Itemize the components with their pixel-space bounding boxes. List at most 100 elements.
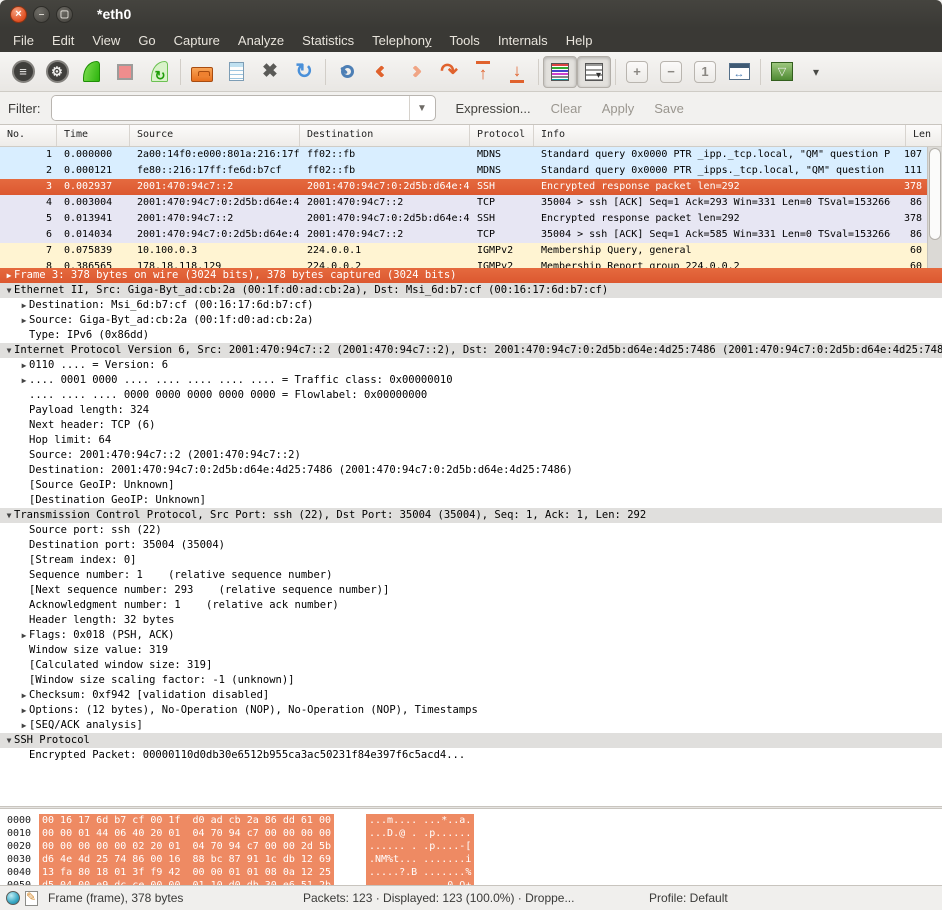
expander-collapsed-icon[interactable]: ▶ [19,358,29,373]
menu-telephony[interactable]: Telephony [363,31,440,50]
capture-comment-icon[interactable] [25,891,38,906]
capture-filters-button[interactable]: ▽ [765,56,799,88]
detail-row[interactable]: ▶Source: Giga-Byt_ad:cb:2a (00:1f:d0:ad:… [0,313,942,328]
detail-row[interactable]: ▶Options: (12 bytes), No-Operation (NOP)… [0,703,942,718]
detail-row[interactable]: Hop limit: 64 [0,433,942,448]
expander-expanded-icon[interactable]: ▼ [4,733,14,748]
menu-edit[interactable]: Edit [43,31,83,50]
find-packet-button[interactable] [330,56,364,88]
packet-row[interactable]: 40.0030042001:470:94c7:0:2d5b:d64e:4d25:… [0,195,927,211]
expander-collapsed-icon[interactable]: ▶ [19,373,29,388]
column-header-no[interactable]: No. [0,125,57,146]
menu-view[interactable]: View [83,31,129,50]
packet-list-scrollbar[interactable] [927,147,942,268]
hex-row[interactable]: 001000 00 01 44 06 40 20 01 04 70 94 c7 … [0,827,942,840]
menu-tools[interactable]: Tools [440,31,488,50]
detail-row[interactable]: [Window size scaling factor: -1 (unknown… [0,673,942,688]
detail-row[interactable]: ▶Frame 3: 378 bytes on wire (3024 bits),… [0,268,942,283]
detail-row[interactable]: Destination: 2001:470:94c7:0:2d5b:d64e:4… [0,463,942,478]
detail-row[interactable]: Source: 2001:470:94c7::2 (2001:470:94c7:… [0,448,942,463]
menu-statistics[interactable]: Statistics [293,31,363,50]
expander-collapsed-icon[interactable]: ▶ [19,688,29,703]
expander-collapsed-icon[interactable]: ▶ [19,703,29,718]
expander-collapsed-icon[interactable]: ▶ [4,268,14,283]
reload-button[interactable]: ↻ [287,56,321,88]
detail-row[interactable]: [Next sequence number: 293 (relative seq… [0,583,942,598]
packet-row[interactable]: 20.000121fe80::216:17ff:fe6d:b7cfff02::f… [0,163,927,179]
detail-row[interactable]: Next header: TCP (6) [0,418,942,433]
close-file-button[interactable]: ✖ [253,56,287,88]
packet-row[interactable]: 50.0139412001:470:94c7::22001:470:94c7:0… [0,211,927,227]
packet-row[interactable]: 30.0029372001:470:94c7::22001:470:94c7:0… [0,179,927,195]
column-header-source[interactable]: Source [130,125,300,146]
scrollbar-thumb[interactable] [929,148,941,240]
expander-collapsed-icon[interactable]: ▶ [19,628,29,643]
hex-row[interactable]: 0030d6 4e 4d 25 74 86 00 16 88 bc 87 91 … [0,853,942,866]
detail-row[interactable]: Header length: 32 bytes [0,613,942,628]
filter-dropdown-icon[interactable]: ▼ [409,96,435,120]
detail-row[interactable]: [Calculated window size: 319] [0,658,942,673]
restart-capture-button[interactable] [142,56,176,88]
column-header-destination[interactable]: Destination [300,125,470,146]
detail-row[interactable]: ▶[SEQ/ACK analysis] [0,718,942,733]
go-last-button[interactable]: ↓ [500,56,534,88]
save-button[interactable]: Save [654,101,684,116]
hex-row[interactable]: 002000 00 00 00 00 02 20 01 04 70 94 c7 … [0,840,942,853]
expander-expanded-icon[interactable]: ▼ [4,343,14,358]
detail-row[interactable]: [Destination GeoIP: Unknown] [0,493,942,508]
stop-capture-button[interactable] [108,56,142,88]
zoom-100-button[interactable]: 1 [688,56,722,88]
go-first-button[interactable]: ↑ [466,56,500,88]
detail-row[interactable]: ▼Ethernet II, Src: Giga-Byt_ad:cb:2a (00… [0,283,942,298]
detail-row[interactable]: Window size value: 319 [0,643,942,658]
expert-info-icon[interactable] [6,891,20,905]
go-to-packet-button[interactable]: ↷ [432,56,466,88]
status-profile[interactable]: Profile: Default [649,891,728,905]
maximize-window-icon[interactable]: ▢ [56,6,73,23]
apply-button[interactable]: Apply [602,101,635,116]
packet-row[interactable]: 80.386565178.18.118.129224.0.0.2IGMPv2Me… [0,259,927,268]
expander-collapsed-icon[interactable]: ▶ [19,718,29,733]
menu-internals[interactable]: Internals [489,31,557,50]
expander-expanded-icon[interactable]: ▼ [4,508,14,523]
expression-button[interactable]: Expression... [456,101,531,116]
zoom-in-button[interactable]: + [620,56,654,88]
zoom-out-button[interactable]: − [654,56,688,88]
detail-row[interactable]: Destination port: 35004 (35004) [0,538,942,553]
detail-row[interactable]: ▶.... 0001 0000 .... .... .... .... ....… [0,373,942,388]
menu-capture[interactable]: Capture [165,31,229,50]
go-back-button[interactable] [364,56,398,88]
hex-row[interactable]: 004013 fa 80 18 01 3f f9 42 00 00 01 01 … [0,866,942,879]
menu-file[interactable]: File [4,31,43,50]
save-file-button[interactable] [219,56,253,88]
detail-row[interactable]: Sequence number: 1 (relative sequence nu… [0,568,942,583]
column-header-info[interactable]: Info [534,125,906,146]
list-interfaces-button[interactable]: ≡ [6,56,40,88]
close-window-icon[interactable]: × [10,6,27,23]
filter-input[interactable] [52,96,409,120]
expander-collapsed-icon[interactable]: ▶ [19,313,29,328]
detail-row[interactable]: Encrypted Packet: 00000110d0db30e6512b95… [0,748,942,763]
menu-analyze[interactable]: Analyze [229,31,293,50]
hex-row[interactable]: 000000 16 17 6d b7 cf 00 1f d0 ad cb 2a … [0,814,942,827]
minimize-window-icon[interactable]: – [33,6,50,23]
detail-row[interactable]: Acknowledgment number: 1 (relative ack n… [0,598,942,613]
detail-row[interactable]: ▶0110 .... = Version: 6 [0,358,942,373]
menu-go[interactable]: Go [129,31,164,50]
expander-collapsed-icon[interactable]: ▶ [19,298,29,313]
detail-row[interactable]: .... .... .... 0000 0000 0000 0000 0000 … [0,388,942,403]
detail-row[interactable]: ▼Internet Protocol Version 6, Src: 2001:… [0,343,942,358]
open-file-button[interactable] [185,56,219,88]
autoscroll-toggle-button[interactable] [577,56,611,88]
expander-expanded-icon[interactable]: ▼ [4,283,14,298]
column-header-time[interactable]: Time [57,125,130,146]
capture-options-button[interactable]: ⚙ [40,56,74,88]
detail-row[interactable]: ▶Flags: 0x018 (PSH, ACK) [0,628,942,643]
detail-row[interactable]: ▼SSH Protocol [0,733,942,748]
detail-row[interactable]: ▶Checksum: 0xf942 [validation disabled] [0,688,942,703]
column-header-protocol[interactable]: Protocol [470,125,534,146]
detail-row[interactable]: ▶Destination: Msi_6d:b7:cf (00:16:17:6d:… [0,298,942,313]
packet-row[interactable]: 60.0140342001:470:94c7:0:2d5b:d64e:4d25:… [0,227,927,243]
clear-button[interactable]: Clear [551,101,582,116]
detail-row[interactable]: Payload length: 324 [0,403,942,418]
